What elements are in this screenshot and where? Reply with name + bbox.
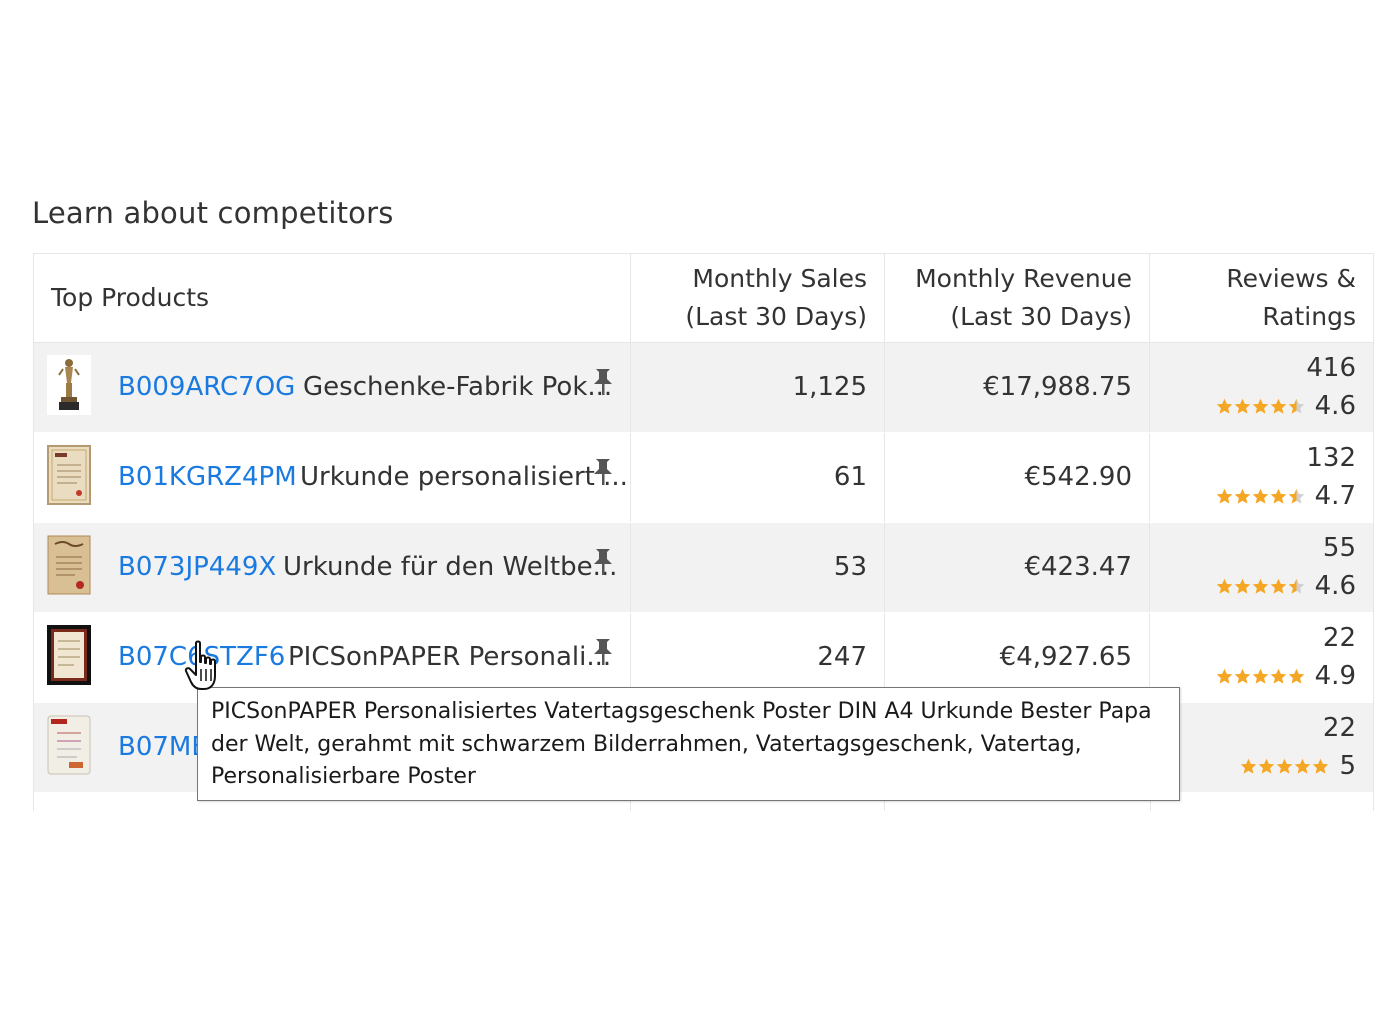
pin-icon[interactable] (590, 457, 616, 487)
header-reviews-line1: Reviews & (1226, 264, 1356, 293)
product-thumbnail[interactable] (47, 445, 91, 505)
monthly-sales-value: 53 (833, 552, 867, 582)
rating-value: 5 (1339, 751, 1356, 781)
product-cell: B01KGRZ4PM Urkunde personalisiert ... (34, 433, 631, 522)
star-icon (1270, 488, 1286, 504)
star-rating (1216, 398, 1305, 415)
star-rating (1216, 488, 1305, 505)
table-row: B009ARC7OG Geschenke-Fabrik Pok... 1,125 €1… (34, 343, 1373, 433)
revenue-cell: €542.90 (885, 433, 1150, 522)
asin-link[interactable]: B01KGRZ4PM (118, 433, 297, 522)
pin-icon[interactable] (590, 637, 616, 667)
monthly-revenue-value: €423.47 (1024, 552, 1132, 582)
header-reviews-line2: Ratings (1262, 302, 1356, 331)
product-thumbnail[interactable] (47, 535, 91, 595)
star-icon (1270, 578, 1286, 594)
product-cell: B073JP449X Urkunde für den Weltbe... (34, 523, 631, 612)
revenue-cell: €17,988.75 (885, 343, 1150, 432)
review-count: 22 (1322, 713, 1356, 743)
star-icon (1277, 758, 1293, 774)
reviews-cell: 55 4.6 (1150, 523, 1373, 612)
rating-value: 4.7 (1314, 481, 1356, 511)
review-count: 132 (1306, 443, 1356, 473)
star-rating (1216, 578, 1305, 595)
header-top-products-label: Top Products (51, 283, 210, 312)
review-count: 416 (1306, 353, 1356, 383)
star-rating (1216, 668, 1305, 685)
monthly-revenue-value: €542.90 (1024, 462, 1132, 492)
monthly-revenue-value: €17,988.75 (983, 372, 1132, 402)
star-icon (1252, 668, 1268, 684)
star-icon (1288, 668, 1304, 684)
header-top-products: Top Products (34, 254, 631, 342)
product-thumbnail[interactable] (47, 355, 91, 415)
rating: 4.9 (1150, 663, 1373, 689)
star-icon (1241, 758, 1257, 774)
asin-link[interactable]: B009ARC7OG (118, 343, 295, 432)
header-monthly-revenue[interactable]: Monthly Revenue (Last 30 Days) (885, 254, 1150, 342)
star-icon (1252, 398, 1268, 414)
product-thumbnail[interactable] (47, 715, 91, 775)
sales-cell: 61 (631, 433, 885, 522)
star-icon (1270, 398, 1286, 414)
star-icon (1288, 578, 1304, 594)
star-icon (1216, 578, 1232, 594)
asin-link[interactable]: B073JP449X (118, 523, 276, 612)
header-revenue-line1: Monthly Revenue (915, 264, 1132, 293)
reviews-cell: 22 5 (1150, 703, 1373, 792)
star-icon (1288, 398, 1304, 414)
section-title: Learn about competitors (32, 196, 394, 230)
rating: 5 (1150, 753, 1373, 779)
star-icon (1234, 398, 1250, 414)
star-icon (1288, 488, 1304, 504)
star-icon (1259, 758, 1275, 774)
star-icon (1252, 578, 1268, 594)
rating-value: 4.6 (1314, 391, 1356, 421)
product-title[interactable]: Urkunde für den Weltbe... (283, 523, 617, 612)
star-icon (1234, 578, 1250, 594)
star-icon (1270, 668, 1286, 684)
rating: 4.6 (1150, 393, 1373, 419)
review-count: 22 (1322, 623, 1356, 653)
star-icon (1216, 668, 1232, 684)
sales-cell: 1,125 (631, 343, 885, 432)
product-title[interactable]: Geschenke-Fabrik Pok... (303, 343, 612, 432)
pin-icon[interactable] (590, 547, 616, 577)
rating: 4.7 (1150, 483, 1373, 509)
monthly-sales-value: 1,125 (792, 372, 867, 402)
rating: 4.6 (1150, 573, 1373, 599)
review-count: 55 (1322, 533, 1356, 563)
table-row: B073JP449X Urkunde für den Weltbe... 53 €42… (34, 523, 1373, 613)
sales-cell: 53 (631, 523, 885, 612)
pin-icon[interactable] (590, 367, 616, 397)
product-title[interactable]: Urkunde personalisiert ... (300, 433, 628, 522)
product-title-tooltip: PICSonPAPER Personalisiertes Vatertagsge… (197, 687, 1180, 801)
star-icon (1234, 668, 1250, 684)
rating-value: 4.6 (1314, 571, 1356, 601)
star-icon (1313, 758, 1329, 774)
header-sales-line1: Monthly Sales (692, 264, 867, 293)
star-icon (1216, 488, 1232, 504)
reviews-cell: 416 4.6 (1150, 343, 1373, 432)
reviews-cell: 132 4.7 (1150, 433, 1373, 522)
product-cell: B009ARC7OG Geschenke-Fabrik Pok... (34, 343, 631, 432)
header-sales-line2: (Last 30 Days) (685, 302, 867, 331)
header-reviews-ratings[interactable]: Reviews & Ratings (1150, 254, 1373, 342)
star-rating (1240, 758, 1329, 775)
table-header: Top Products Monthly Sales (Last 30 Days… (34, 254, 1373, 343)
revenue-cell: €423.47 (885, 523, 1150, 612)
rating-value: 4.9 (1314, 661, 1356, 691)
reviews-cell: 22 4.9 (1150, 613, 1373, 702)
header-revenue-line2: (Last 30 Days) (950, 302, 1132, 331)
table-row: B01KGRZ4PM Urkunde personalisiert ... 61 €5… (34, 433, 1373, 523)
hand-pointer-cursor-icon (184, 640, 216, 690)
star-icon (1216, 398, 1232, 414)
star-icon (1234, 488, 1250, 504)
monthly-sales-value: 61 (833, 462, 867, 492)
header-monthly-sales[interactable]: Monthly Sales (Last 30 Days) (631, 254, 885, 342)
product-thumbnail[interactable] (47, 625, 91, 685)
asin-link[interactable]: B07ME (118, 703, 208, 792)
star-icon (1252, 488, 1268, 504)
star-icon (1295, 758, 1311, 774)
